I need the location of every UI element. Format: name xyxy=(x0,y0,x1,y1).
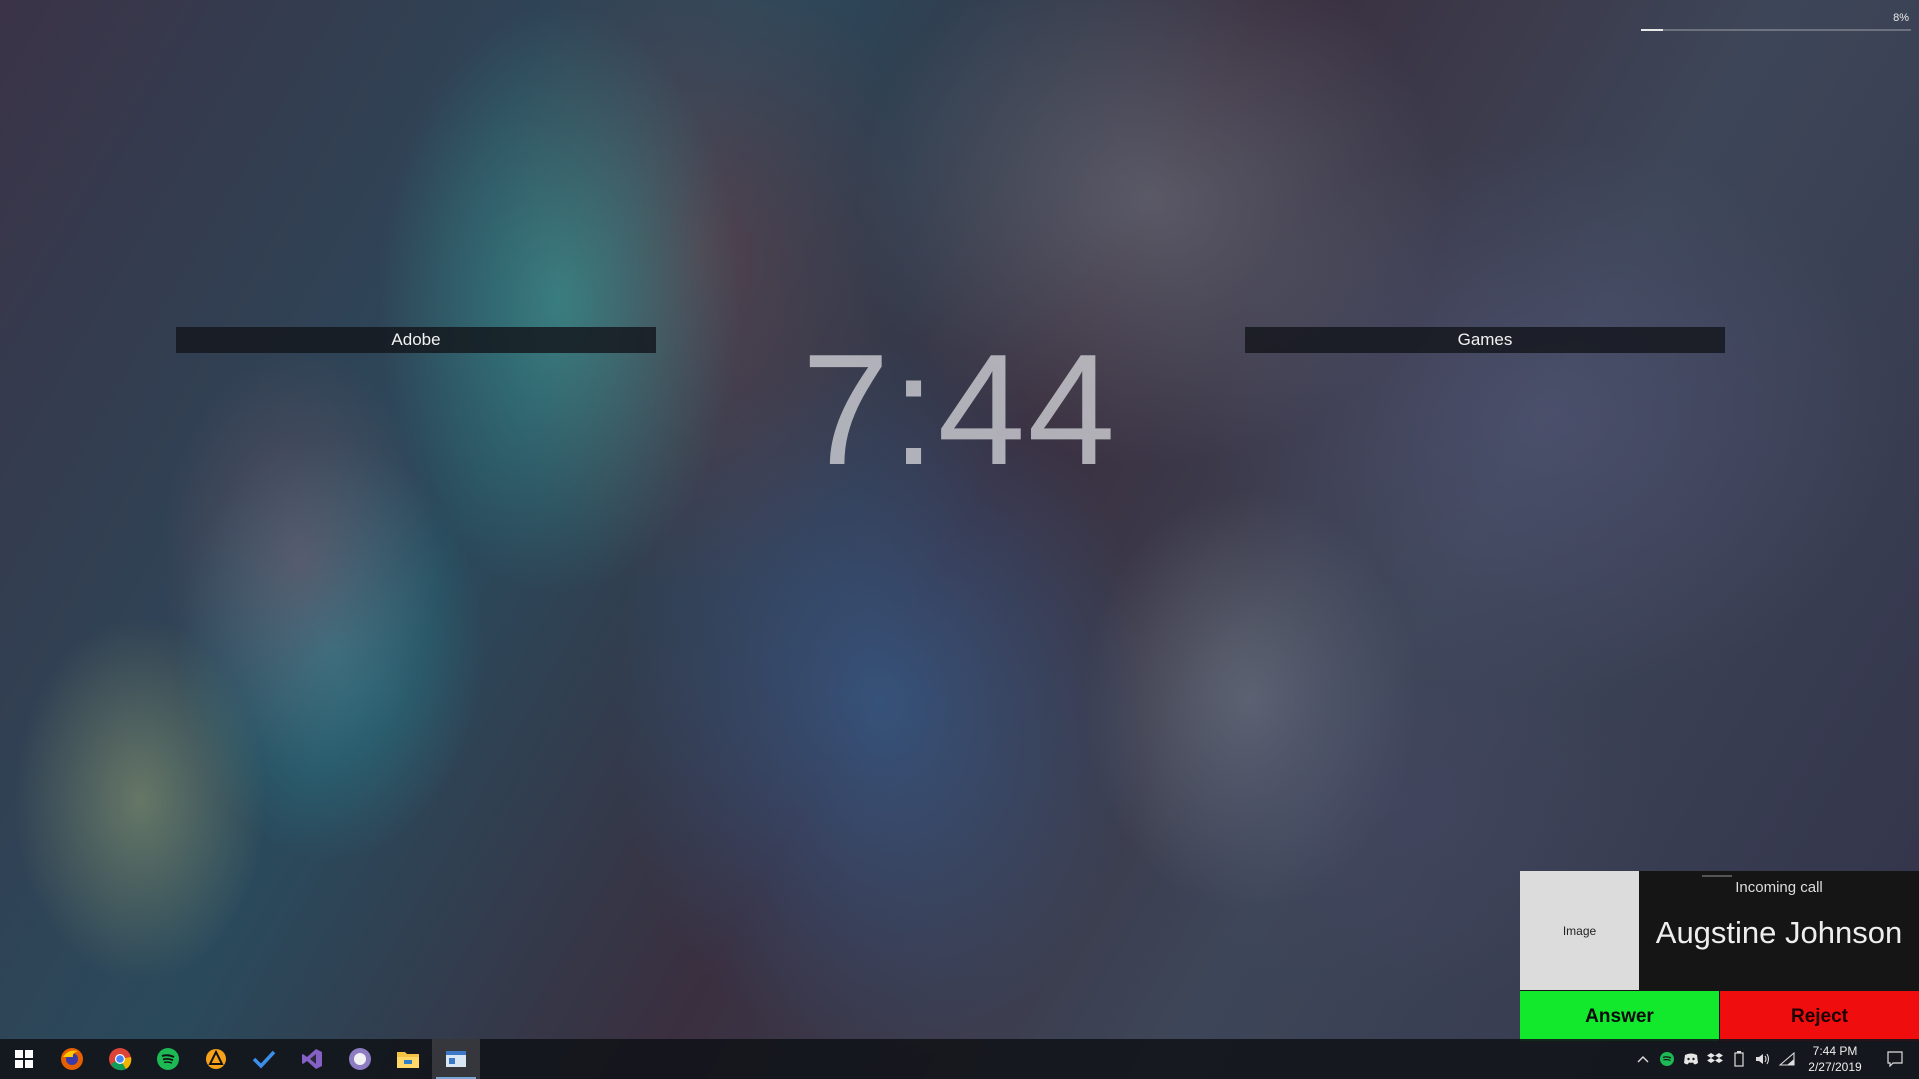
chevron-up-icon[interactable] xyxy=(1631,1039,1655,1079)
reject-button[interactable]: Reject xyxy=(1720,991,1919,1041)
file-explorer-icon[interactable] xyxy=(384,1039,432,1079)
tray-clock[interactable]: 7:44 PM 2/27/2019 xyxy=(1799,1043,1871,1075)
progress-track xyxy=(1641,29,1911,31)
battery-icon[interactable] xyxy=(1727,1039,1751,1079)
progress-indicator: 8% xyxy=(1641,12,1911,38)
progress-label: 8% xyxy=(1893,12,1909,24)
taskbar: 7:44 PM 2/27/2019 xyxy=(0,1039,1919,1079)
todo-check-icon[interactable] xyxy=(240,1039,288,1079)
answer-button[interactable]: Answer xyxy=(1520,991,1719,1041)
spotify-icon[interactable] xyxy=(144,1039,192,1079)
tray-date: 2/27/2019 xyxy=(1808,1060,1862,1074)
desktop-clock: 7:44 xyxy=(801,322,1118,498)
caller-name: Augstine Johnson xyxy=(1655,915,1903,950)
visual-studio-icon[interactable] xyxy=(288,1039,336,1079)
toast-grip[interactable] xyxy=(1702,875,1732,877)
system-tray: 7:44 PM 2/27/2019 xyxy=(1631,1039,1919,1079)
caller-image-placeholder: Image xyxy=(1520,871,1639,990)
chrome-icon[interactable] xyxy=(96,1039,144,1079)
progress-fill xyxy=(1641,29,1663,31)
firefox-icon[interactable] xyxy=(48,1039,96,1079)
avast-icon[interactable] xyxy=(192,1039,240,1079)
spotify-tray-icon[interactable] xyxy=(1655,1039,1679,1079)
incoming-call-toast: Image Incoming call Augstine Johnson Ans… xyxy=(1520,871,1919,1041)
discord-icon[interactable] xyxy=(1679,1039,1703,1079)
discord-like-icon[interactable] xyxy=(336,1039,384,1079)
notification-center-icon[interactable] xyxy=(1871,1039,1919,1079)
wifi-icon[interactable] xyxy=(1775,1039,1799,1079)
call-title: Incoming call xyxy=(1735,879,1823,896)
windows-start-icon[interactable] xyxy=(0,1039,48,1079)
dropbox-icon[interactable] xyxy=(1703,1039,1727,1079)
tray-time: 7:44 PM xyxy=(1812,1044,1858,1058)
volume-icon[interactable] xyxy=(1751,1039,1775,1079)
app-window-icon[interactable] xyxy=(432,1039,480,1079)
